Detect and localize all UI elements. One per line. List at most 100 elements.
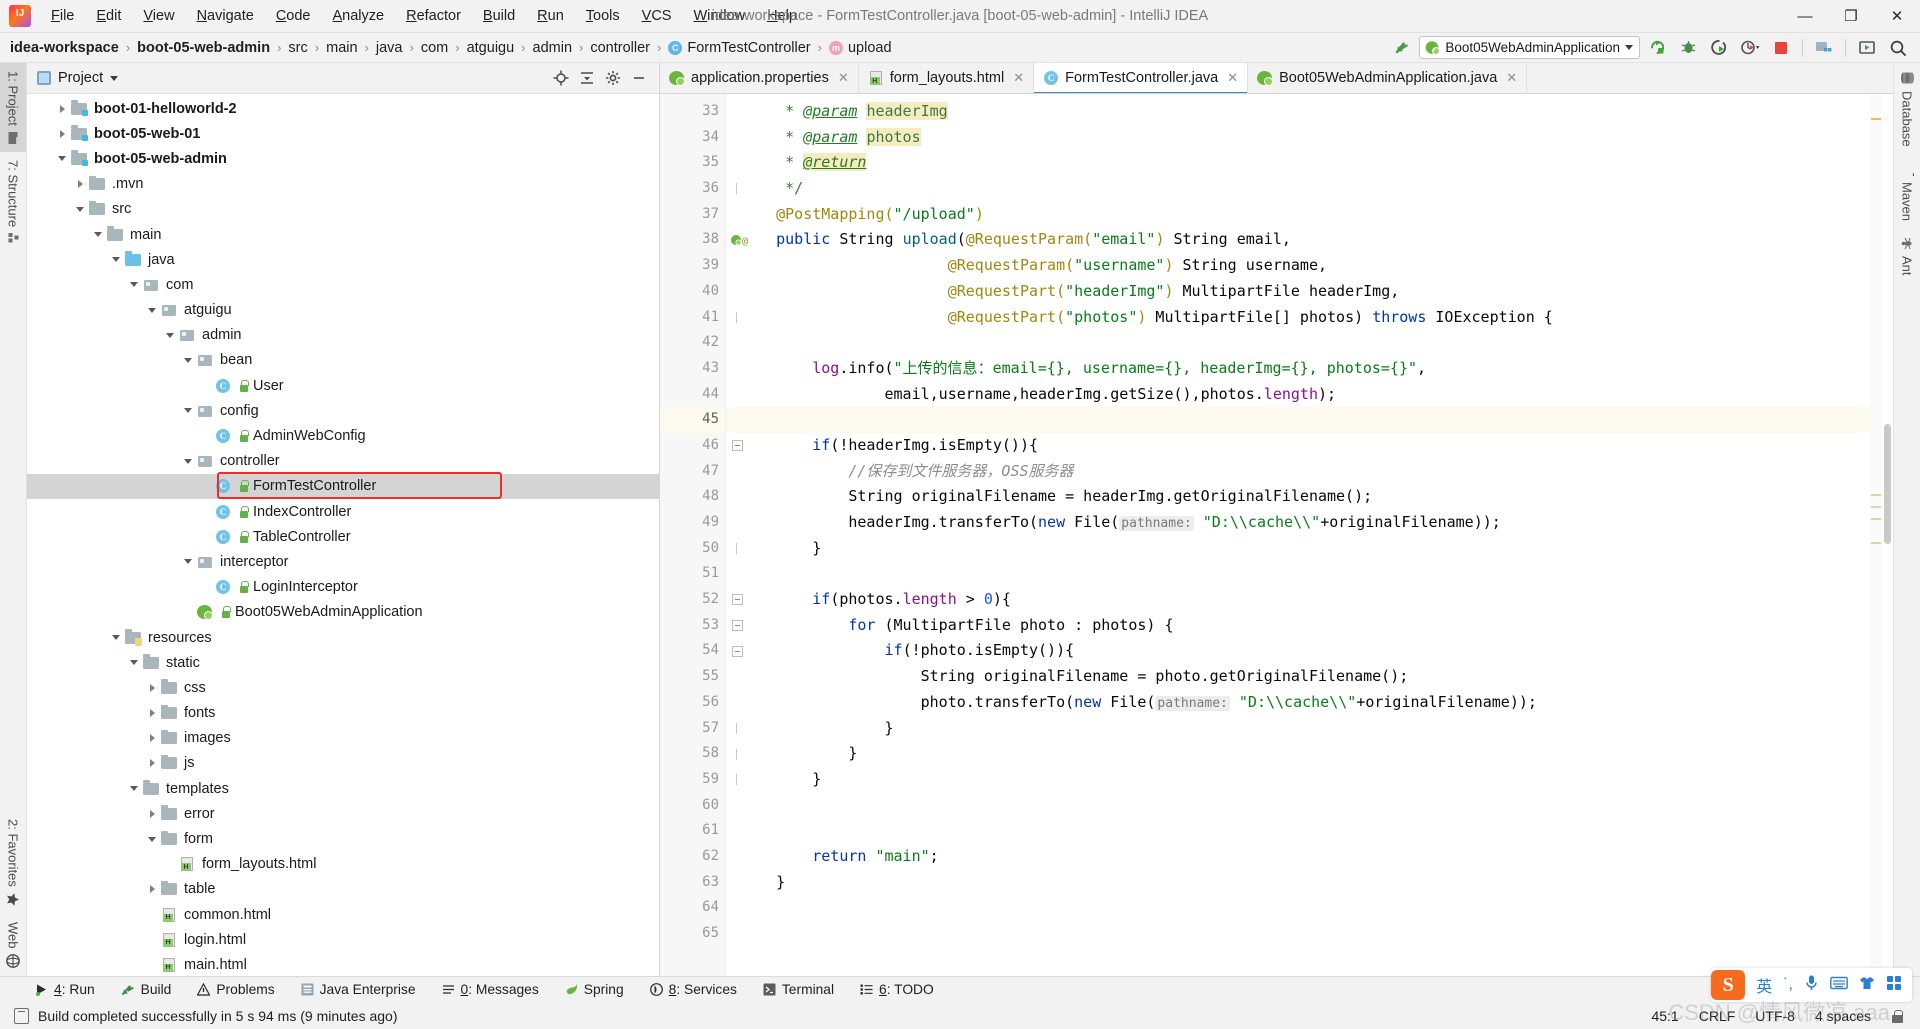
breadcrumb-item-main[interactable]: main xyxy=(326,40,357,56)
code-line[interactable]: if(!headerImg.isEmpty()){ xyxy=(726,433,1893,459)
menu-run[interactable]: Run xyxy=(526,4,575,28)
breadcrumb-item-controller[interactable]: controller xyxy=(590,40,650,56)
tool-window-button-ant[interactable]: Ant xyxy=(1895,229,1920,284)
run-with-coverage-icon[interactable] xyxy=(1705,35,1733,60)
line-number[interactable]: 49 xyxy=(660,510,725,536)
line-number[interactable]: 59 xyxy=(660,767,725,793)
tool-window-button-1-project[interactable]: 1: Project xyxy=(0,63,26,152)
line-number[interactable]: 57 xyxy=(660,716,725,742)
line-number[interactable]: 43 xyxy=(660,356,725,382)
profile-icon[interactable] xyxy=(1736,35,1764,60)
tree-node-boot-01-helloworld-2[interactable]: boot-01-helloworld-2 xyxy=(27,96,659,121)
code-line[interactable]: email,username,headerImg.getSize(),photo… xyxy=(726,382,1893,408)
line-number[interactable]: 61 xyxy=(660,818,725,844)
collapse-fold-icon[interactable] xyxy=(732,440,743,451)
menu-bar[interactable]: FileEditViewNavigateCodeAnalyzeRefactorB… xyxy=(40,4,808,28)
menu-edit[interactable]: Edit xyxy=(85,4,132,28)
read-write-lock-icon[interactable] xyxy=(1891,1008,1904,1023)
code-line[interactable]: * @return xyxy=(726,150,1893,176)
line-number[interactable]: 44 xyxy=(660,382,725,408)
collapse-all-icon[interactable] xyxy=(575,67,599,89)
menu-view[interactable]: View xyxy=(132,4,185,28)
code-line[interactable] xyxy=(726,895,1893,921)
line-number[interactable]: 62 xyxy=(660,844,725,870)
chevron-down-icon[interactable] xyxy=(181,555,195,569)
code-line[interactable] xyxy=(726,330,1893,356)
bottom-tab-problems[interactable]: Problems xyxy=(184,980,287,999)
locate-icon[interactable] xyxy=(549,67,573,89)
code-line[interactable] xyxy=(726,921,1893,947)
line-number[interactable]: 58 xyxy=(660,741,725,767)
sogou-ime-icon[interactable]: S xyxy=(1711,970,1745,1000)
breadcrumb-item-admin[interactable]: admin xyxy=(533,40,573,56)
minimize-icon[interactable]: — xyxy=(1782,0,1828,33)
line-number-gutter[interactable]: 333435363738@394041424344454647484950515… xyxy=(660,94,726,976)
tree-node-templates[interactable]: templates xyxy=(27,776,659,801)
breadcrumb-item-java[interactable]: java xyxy=(376,40,403,56)
editor-tab-form-layouts-html[interactable]: form_layouts.html✕ xyxy=(859,63,1034,93)
back-arrow-icon[interactable] xyxy=(1388,35,1416,60)
tree-node-resources[interactable]: resources xyxy=(27,625,659,650)
chevron-down-icon[interactable] xyxy=(109,631,123,645)
tree-node-login-html[interactable]: login.html xyxy=(27,927,659,952)
chevron-down-icon[interactable] xyxy=(181,353,195,367)
editor-tabs[interactable]: application.properties✕form_layouts.html… xyxy=(660,63,1893,94)
tree-node-com[interactable]: com xyxy=(27,272,659,297)
tree-node-config[interactable]: config xyxy=(27,398,659,423)
line-number[interactable]: 41 xyxy=(660,305,725,331)
code-line[interactable]: log.info("上传的信息：email={}, username={}, h… xyxy=(726,356,1893,382)
tree-node-logininterceptor[interactable]: CLoginInterceptor xyxy=(27,575,659,600)
close-tab-icon[interactable]: ✕ xyxy=(838,70,849,86)
code-line[interactable]: //保存到文件服务器，OSS服务器 xyxy=(726,459,1893,485)
tool-window-button-7-structure[interactable]: 7: Structure xyxy=(0,152,26,253)
menu-build[interactable]: Build xyxy=(472,4,526,28)
line-number[interactable]: 40 xyxy=(660,279,725,305)
caret-position[interactable]: 45:1 xyxy=(1651,1008,1678,1024)
tree-node-interceptor[interactable]: interceptor xyxy=(27,549,659,574)
close-tab-icon[interactable]: ✕ xyxy=(1506,70,1517,86)
tree-node-src[interactable]: src xyxy=(27,197,659,222)
code-line[interactable]: String originalFilename = headerImg.getO… xyxy=(726,484,1893,510)
breadcrumb-item-src[interactable]: src xyxy=(288,40,307,56)
bottom-tab-java-enterprise[interactable]: Java Enterprise xyxy=(288,980,429,999)
breadcrumb-item-boot-05-web-admin[interactable]: boot-05-web-admin xyxy=(137,40,270,56)
line-number[interactable]: 46 xyxy=(660,433,725,459)
project-tree[interactable]: boot-01-helloworld-2boot-05-web-01boot-0… xyxy=(27,94,659,976)
punctuation-icon[interactable]: ˙, xyxy=(1783,976,1793,994)
code-line[interactable] xyxy=(726,561,1893,587)
chevron-down-icon[interactable] xyxy=(127,278,141,292)
editor-scrollbar[interactable] xyxy=(1882,94,1893,976)
code-line[interactable] xyxy=(726,793,1893,819)
code-line[interactable] xyxy=(726,818,1893,844)
line-number[interactable]: 60 xyxy=(660,793,725,819)
chevron-right-icon[interactable] xyxy=(145,807,159,821)
tree-node-main[interactable]: main xyxy=(27,222,659,247)
chevron-down-icon[interactable] xyxy=(73,202,87,216)
bottom-tab-0-messages[interactable]: 0: Messages xyxy=(429,980,552,999)
tree-node-java[interactable]: java xyxy=(27,247,659,272)
chevron-down-icon[interactable] xyxy=(109,253,123,267)
line-number[interactable]: 63 xyxy=(660,870,725,896)
line-number[interactable]: 52 xyxy=(660,587,725,613)
tree-node-indexcontroller[interactable]: CIndexController xyxy=(27,499,659,524)
code-folding-column[interactable] xyxy=(726,94,750,976)
line-number[interactable]: 47 xyxy=(660,459,725,485)
chevron-right-icon[interactable] xyxy=(145,681,159,695)
code-line[interactable]: } xyxy=(726,741,1893,767)
chevron-right-icon[interactable] xyxy=(55,127,69,141)
menu-code[interactable]: Code xyxy=(265,4,322,28)
chevron-down-icon[interactable] xyxy=(127,656,141,670)
chevron-right-icon[interactable] xyxy=(73,177,87,191)
menu-navigate[interactable]: Navigate xyxy=(186,4,265,28)
line-number[interactable]: 65 xyxy=(660,921,725,947)
tool-window-button-2-favorites[interactable]: 2: Favorites xyxy=(0,811,26,914)
breadcrumb-item-idea-workspace[interactable]: idea-workspace xyxy=(10,40,119,56)
tree-node-css[interactable]: css xyxy=(27,675,659,700)
code-line[interactable]: @RequestParam("username") String usernam… xyxy=(726,253,1893,279)
line-number[interactable]: 56 xyxy=(660,690,725,716)
code-line[interactable]: if(photos.length > 0){ xyxy=(726,587,1893,613)
bottom-tab-spring[interactable]: Spring xyxy=(552,980,637,999)
line-separator[interactable]: CRLF xyxy=(1699,1008,1736,1024)
menu-help[interactable]: Help xyxy=(756,4,808,28)
line-number[interactable]: 55 xyxy=(660,664,725,690)
